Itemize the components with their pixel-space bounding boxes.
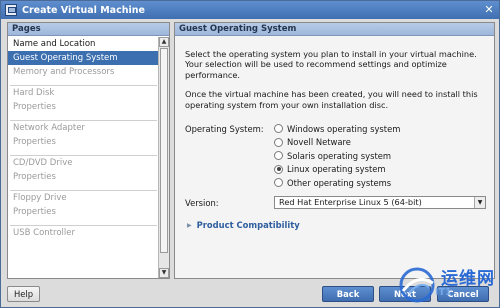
radio-button-selected[interactable] (274, 164, 283, 174)
close-icon[interactable]: ✕ (483, 4, 495, 16)
page-item-network-properties: Properties (13, 137, 56, 147)
install-note-text: Once the virtual machine has been create… (185, 89, 478, 110)
window-title: Create Virtual Machine (22, 4, 145, 16)
page-list: Name and Location Guest Operating System… (8, 37, 159, 278)
os-option-label: Windows operating system (287, 123, 401, 134)
page-item-guest-os[interactable]: Guest Operating System (8, 51, 159, 65)
page-item-name-location[interactable]: Name and Location (8, 37, 159, 51)
back-button[interactable]: Back (322, 286, 374, 302)
scroll-thumb[interactable] (160, 48, 168, 253)
os-option-label: Linux operating system (287, 164, 386, 175)
os-option-label: Other operating systems (287, 177, 392, 188)
scroll-up-icon[interactable]: ▲ (159, 37, 169, 47)
content-header: Guest Operating System (175, 23, 494, 36)
os-option-windows[interactable]: Windows operating system (274, 122, 400, 136)
title-bar[interactable]: Create Virtual Machine ✕ (1, 1, 499, 19)
expander-triangle-icon[interactable]: ▶ (187, 222, 192, 229)
description-text: Select the operating system you plan to … (185, 49, 477, 80)
os-radio-group: Windows operating system Novell Netware … (274, 122, 400, 190)
os-option-linux[interactable]: Linux operating system (274, 163, 400, 177)
page-item-hard-disk: Hard Disk (13, 88, 55, 98)
radio-button[interactable] (274, 178, 283, 188)
dropdown-arrow-icon[interactable]: ▼ (474, 197, 485, 208)
page-item-cd-dvd-properties: Properties (13, 172, 56, 182)
os-label: Operating System: (185, 124, 264, 134)
os-option-label: Novell Netware (287, 137, 351, 148)
page-item-floppy-properties: Properties (13, 207, 56, 217)
page-item-hard-disk-properties: Properties (13, 102, 56, 112)
os-option-other[interactable]: Other operating systems (274, 176, 400, 190)
page-item-cd-dvd: CD/DVD Drive (13, 158, 73, 168)
help-button[interactable]: Help (7, 286, 40, 302)
version-label: Version: (185, 198, 219, 208)
watermark-text: 运维网 (441, 269, 495, 289)
radio-button[interactable] (274, 137, 283, 147)
product-compatibility-expander[interactable]: ▶ Product Compatibility (187, 220, 300, 230)
os-option-label: Solaris operating system (287, 150, 392, 161)
version-value: Red Hat Enterprise Linux 5 (64-bit) (279, 197, 422, 207)
pages-scrollbar[interactable]: ▲ ▼ (158, 37, 169, 278)
app-icon (5, 4, 17, 16)
page-item-network-adapter: Network Adapter (13, 123, 85, 133)
pages-header: Pages (8, 23, 169, 36)
page-item-usb: USB Controller (13, 228, 75, 238)
watermark: 运维网 IT1 (395, 263, 499, 307)
expander-label: Product Compatibility (196, 220, 300, 230)
scroll-down-icon[interactable]: ▼ (159, 268, 169, 278)
create-vm-window: Create Virtual Machine ✕ Pages Name and … (0, 0, 500, 308)
pages-panel: Pages Name and Location Guest Operating … (7, 22, 170, 279)
content-body: Select the operating system you plan to … (185, 49, 485, 110)
version-select[interactable]: Red Hat Enterprise Linux 5 (64-bit) ▼ (274, 196, 486, 209)
radio-button[interactable] (274, 151, 283, 161)
version-row: Version: Red Hat Enterprise Linux 5 (64-… (185, 196, 490, 210)
os-option-netware[interactable]: Novell Netware (274, 136, 400, 150)
content-panel: Guest Operating System Select the operat… (174, 22, 495, 279)
watermark-logo-icon (399, 267, 435, 303)
watermark-subtext: IT1 (435, 287, 452, 298)
page-item-floppy: Floppy Drive (13, 193, 67, 203)
page-item-memory: Memory and Processors (13, 67, 115, 77)
radio-button[interactable] (274, 124, 283, 134)
os-option-solaris[interactable]: Solaris operating system (274, 149, 400, 163)
